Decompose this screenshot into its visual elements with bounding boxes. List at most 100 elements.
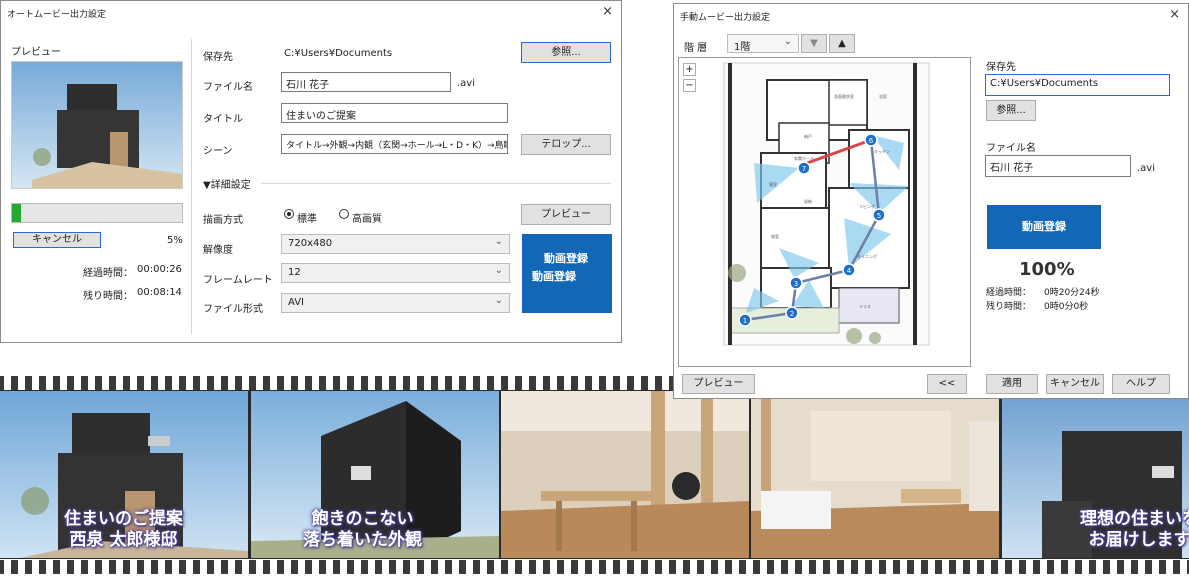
waypoint-1: 1 xyxy=(743,317,747,325)
preview-label: プレビュー xyxy=(11,47,61,58)
register-movie-button[interactable]: 動画登録 動画登録 xyxy=(522,234,612,313)
film-caption-2: 飽きのこない 落ち着いた外観 xyxy=(303,509,422,550)
elapsed-label: 経過時間： xyxy=(83,268,133,279)
register-line-1: 動画登録 xyxy=(544,252,588,265)
plan-tag-dining: ダイニング xyxy=(857,253,877,259)
plan-tag-bath: 浴室 xyxy=(879,93,887,99)
plan-tag-storage: 納戸 xyxy=(804,133,812,139)
film-perforation-bottom xyxy=(0,560,1189,574)
waypoint-2: 2 xyxy=(790,310,794,318)
floor-plan-canvas[interactable]: + − 1 2 3 4 5 6 7 洗面脱衣室 浴室 納戸 玄関ホール 寝室 収… xyxy=(678,57,971,367)
scene-label: シーン xyxy=(203,146,233,157)
cancel-button[interactable]: キャンセル xyxy=(13,232,101,248)
floor-label: 階 層 xyxy=(684,43,708,54)
plan-tag-hall: 玄関ホール xyxy=(794,155,814,161)
plan-tag-terrace: テラス xyxy=(859,303,871,309)
chevron-down-icon: ⌄ xyxy=(494,265,503,276)
film-frame-dining-interior xyxy=(501,391,749,558)
film-frame-living-interior xyxy=(751,391,999,558)
film-frame-exterior-angle: 飽きのこない 落ち着いた外観 xyxy=(251,391,499,558)
file-format-label: ファイル形式 xyxy=(203,304,263,315)
render-mode-label: 描画方式 xyxy=(203,215,243,226)
auto-movie-dialog: オートムービー出力設定 × プレビュー キャンセル 5% 経過時間： 00:00… xyxy=(0,0,622,343)
film-caption-3: 理想の住まいを お届けします xyxy=(1080,509,1189,550)
waypoint-6: 6 xyxy=(869,137,874,145)
vertical-divider xyxy=(191,39,192,334)
file-extension: .avi xyxy=(1137,163,1156,174)
elapsed-value: 0時20分24秒 xyxy=(1044,288,1100,298)
framerate-value: 12 xyxy=(288,267,301,278)
help-button[interactable]: ヘルプ xyxy=(1112,374,1170,394)
progress-percent: 100% xyxy=(1019,259,1075,280)
film-caption-1: 住まいのご提案 西泉 太郎様邸 xyxy=(64,509,183,550)
file-format-select[interactable]: AVI ⌄ xyxy=(281,293,510,313)
manual-movie-dialog: 手動ムービー出力設定 × 階 層 1階 ⌄ ▼ ▲ + − 1 2 3 4 5 … xyxy=(673,3,1189,399)
remaining-value: 00:08:14 xyxy=(137,287,182,298)
chevron-down-icon: ⌄ xyxy=(783,36,792,47)
telop-button[interactable]: テロップ... xyxy=(521,134,611,155)
radio-high-quality[interactable] xyxy=(339,209,349,219)
file-format-value: AVI xyxy=(288,297,304,308)
preview-image xyxy=(11,61,183,189)
file-extension: .avi xyxy=(457,78,476,89)
resolution-label: 解像度 xyxy=(203,245,233,256)
plan-tag-kitchen: キッチン xyxy=(874,149,890,154)
plan-tag-living: リビング xyxy=(859,203,875,209)
remaining-label: 残り時間： xyxy=(83,291,133,302)
framerate-select[interactable]: 12 ⌄ xyxy=(281,263,510,283)
filename-input[interactable]: 石川 花子 xyxy=(281,72,451,92)
resolution-select[interactable]: 720x480 ⌄ xyxy=(281,234,510,254)
progress-percent: 5% xyxy=(167,235,183,246)
save-location-input[interactable]: C:¥Users¥Documents xyxy=(985,74,1170,96)
waypoint-7: 7 xyxy=(802,165,806,173)
save-location-label: 保存先 xyxy=(203,52,233,63)
scene-input[interactable]: タイトル→外観→内観（玄関→ホール→L・D・K）→鳥瞰→ｴ xyxy=(281,134,508,154)
radio-standard[interactable] xyxy=(284,209,294,219)
film-frame-exterior-front: 住まいのご提案 西泉 太郎様邸 xyxy=(0,391,248,558)
elapsed-value: 00:00:26 xyxy=(137,264,182,275)
back-button[interactable]: << xyxy=(927,374,967,394)
filename-input[interactable]: 石川 花子 xyxy=(985,155,1131,177)
radio-high-quality-label: 高画質 xyxy=(352,214,382,225)
film-frame-exterior-dusk: 理想の住まいを お届けします xyxy=(1002,391,1189,558)
floor-down-button[interactable]: ▼ xyxy=(801,34,827,53)
title-input[interactable]: 住まいのご提案 xyxy=(281,103,508,123)
plan-tag-closet: 収納 xyxy=(804,198,812,204)
preview-button[interactable]: プレビュー xyxy=(682,374,755,394)
cancel-button[interactable]: キャンセル xyxy=(1046,374,1104,394)
chevron-down-icon: ⌄ xyxy=(494,295,503,306)
browse-button[interactable]: 参照... xyxy=(521,42,611,63)
waypoint-5: 5 xyxy=(877,212,881,220)
chevron-down-icon: ⌄ xyxy=(494,236,503,247)
advanced-settings-toggle[interactable]: ▼詳細設定 xyxy=(203,176,251,191)
plan-tag-tatami: 和室 xyxy=(771,233,779,239)
radio-standard-label: 標準 xyxy=(297,214,317,225)
register-line-2: 動画登録 xyxy=(532,270,576,283)
dialog-title: 手動ムービー出力設定 xyxy=(680,13,771,23)
floor-value: 1階 xyxy=(734,42,751,53)
apply-button[interactable]: 適用 xyxy=(986,374,1038,394)
plan-tag-bedroom: 寝室 xyxy=(769,181,777,187)
remaining-value: 0時0分0秒 xyxy=(1044,302,1089,312)
resolution-value: 720x480 xyxy=(288,238,333,249)
register-movie-button[interactable]: 動画登録 xyxy=(987,205,1101,249)
waypoint-3: 3 xyxy=(794,280,798,288)
filename-label: ファイル名 xyxy=(986,143,1036,154)
save-location-label: 保存先 xyxy=(986,62,1016,73)
preview-button[interactable]: プレビュー xyxy=(521,204,611,225)
waypoint-4: 4 xyxy=(847,267,852,275)
floor-select[interactable]: 1階 ⌄ xyxy=(727,34,799,53)
filename-label: ファイル名 xyxy=(203,82,253,93)
framerate-label: フレームレート xyxy=(203,275,273,286)
progress-fill xyxy=(12,204,21,222)
remaining-label: 残り時間： xyxy=(986,302,1032,312)
section-divider xyxy=(261,183,611,184)
progress-bar xyxy=(11,203,183,223)
elapsed-label: 経過時間： xyxy=(986,288,1032,298)
save-location-value: C:¥Users¥Documents xyxy=(284,48,393,59)
dialog-title: オートムービー出力設定 xyxy=(7,10,107,20)
close-icon[interactable]: × xyxy=(1169,7,1180,22)
close-icon[interactable]: × xyxy=(602,4,613,19)
browse-button[interactable]: 参照... xyxy=(986,100,1036,121)
floor-up-button[interactable]: ▲ xyxy=(829,34,855,53)
